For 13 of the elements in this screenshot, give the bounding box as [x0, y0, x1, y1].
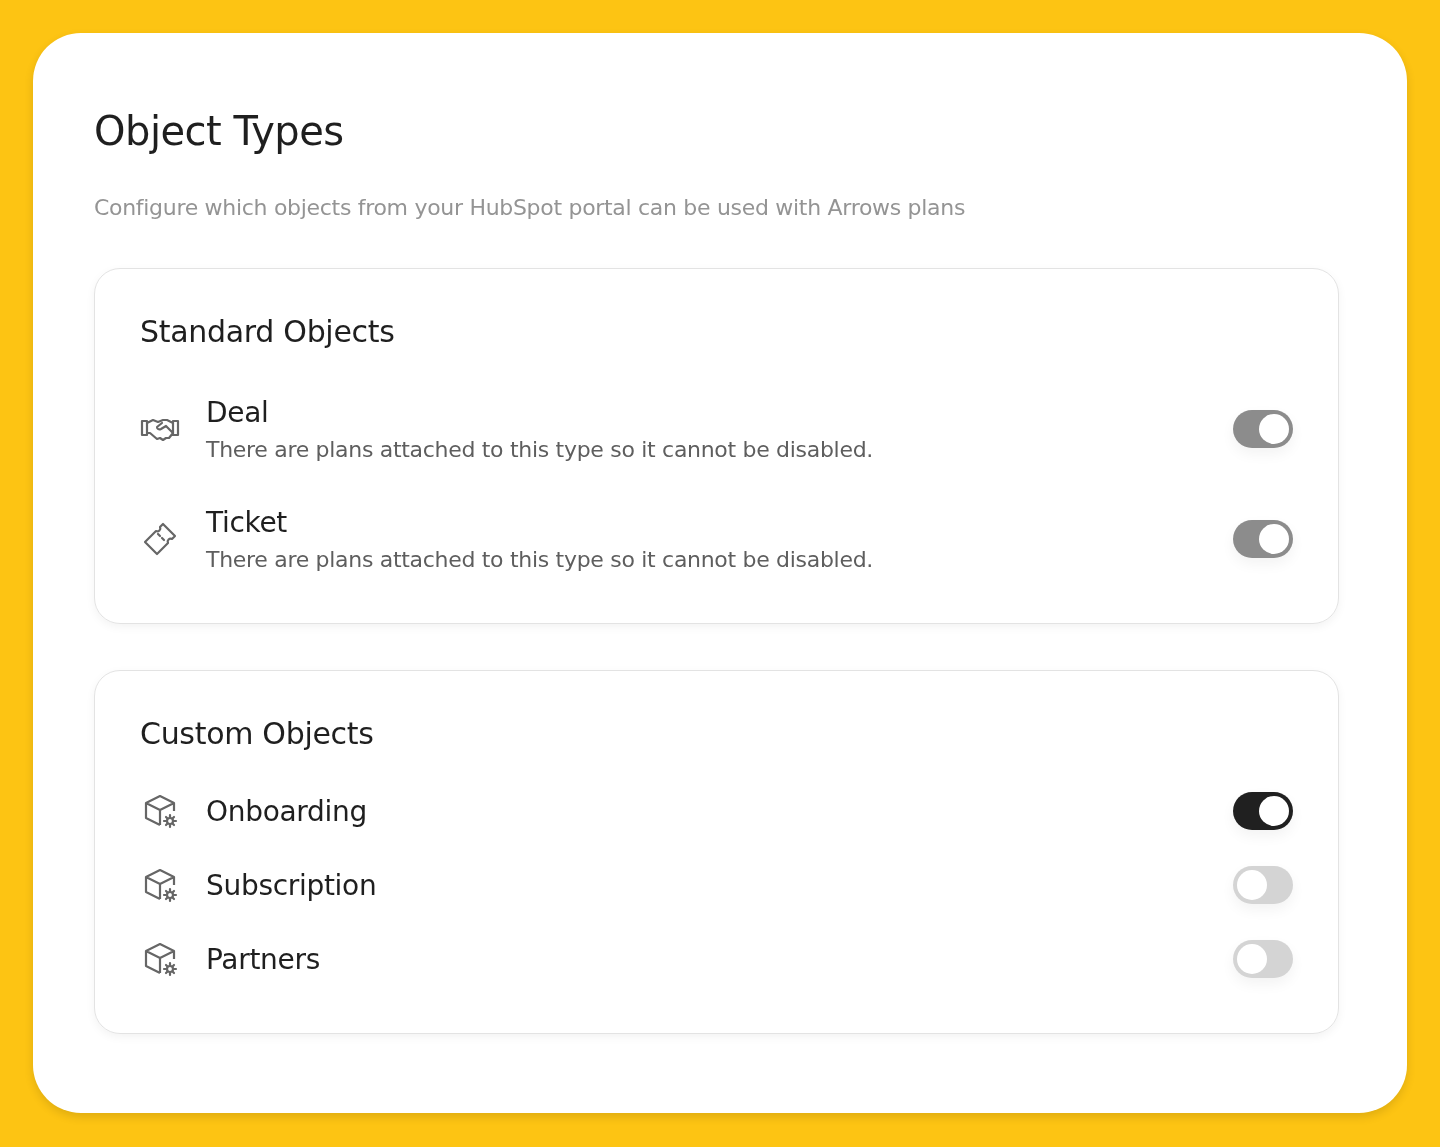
toggle-switch[interactable]	[1233, 866, 1293, 904]
object-name: Partners	[206, 942, 321, 976]
object-name: Deal	[206, 396, 270, 429]
object-note: There are plans attached to this type so it cannot be disabled.	[206, 547, 874, 572]
section-heading: Custom Objects	[140, 719, 375, 749]
page-subtitle: Configure which objects from your HubSpot portal can be used with Arrows plans	[94, 195, 967, 220]
object-name: Subscription	[206, 868, 378, 902]
toggle-switch[interactable]	[1233, 940, 1293, 978]
object-name: Ticket	[206, 506, 289, 539]
object-note: There are plans attached to this type so it cannot be disabled.	[206, 437, 874, 462]
object-name: Onboarding	[206, 794, 368, 828]
toggle-switch[interactable]	[1233, 792, 1293, 830]
section-heading: Standard Objects	[140, 317, 396, 347]
